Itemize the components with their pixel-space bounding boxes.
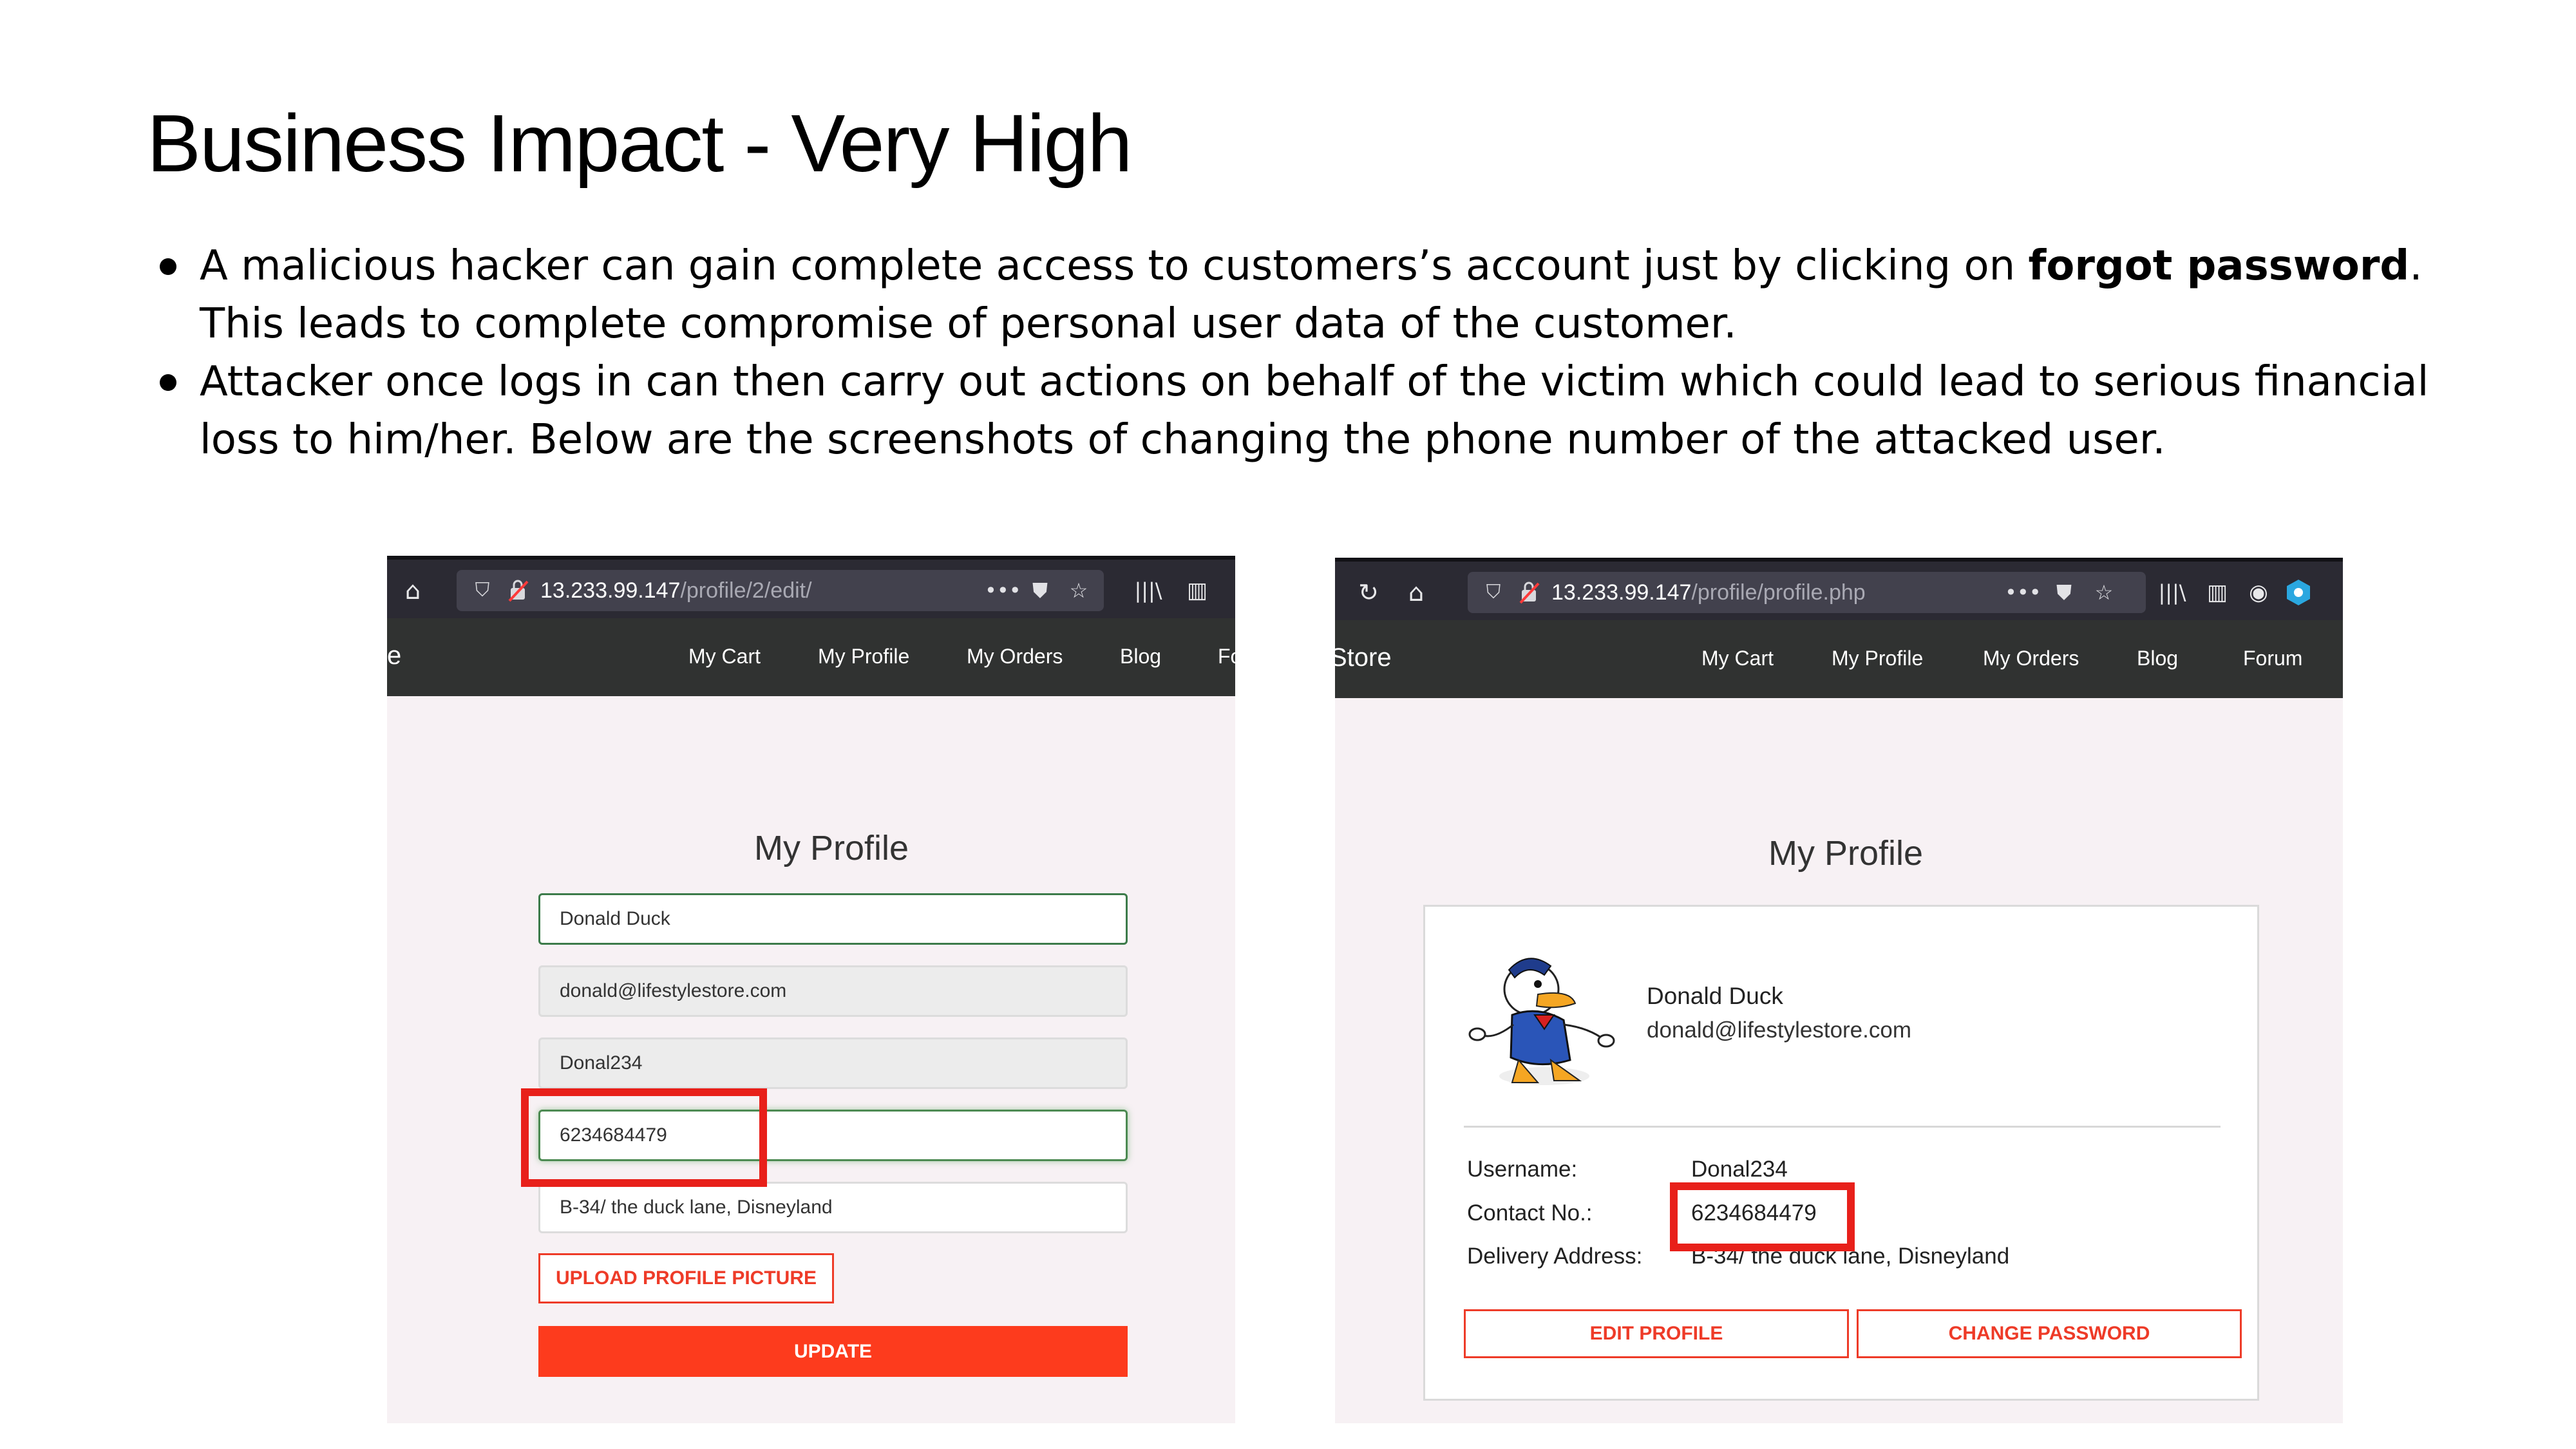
sidebar-icon[interactable]: ▥ xyxy=(2203,578,2231,607)
home-icon[interactable]: ⌂ xyxy=(1402,578,1430,607)
nav-my-profile[interactable]: My Profile xyxy=(1832,647,1923,670)
username-value: Donal234 xyxy=(1691,1157,1788,1182)
edit-profile-screenshot: ⌂ ⛉ 13.233.99.147/profile/2/edit/ ••• ⛊ … xyxy=(387,556,1235,1423)
url-path: /profile/profile.php xyxy=(1691,580,1866,605)
more-icon[interactable]: ••• xyxy=(985,578,1021,603)
upload-profile-picture-button[interactable]: UPLOAD PROFILE PICTURE xyxy=(538,1253,834,1303)
url-bar[interactable]: ⛉ 13.233.99.147/profile/2/edit/ ••• ⛊ ☆ xyxy=(457,570,1104,611)
more-icon[interactable]: ••• xyxy=(2005,580,2041,605)
address-label: Delivery Address: xyxy=(1467,1244,1643,1269)
library-icon[interactable]: |||\ xyxy=(1134,576,1162,605)
edit-profile-button[interactable]: EDIT PROFILE xyxy=(1464,1309,1849,1358)
bullet-item: Attacker once logs in can then carry out… xyxy=(155,353,2434,469)
nav-blog[interactable]: Blog xyxy=(1120,645,1161,668)
highlight-box xyxy=(1670,1182,1855,1251)
profile-email: donald@lifestylestore.com xyxy=(1647,1018,1911,1043)
address-input[interactable]: B-34/ the duck lane, Disneyland xyxy=(538,1182,1128,1233)
url-host: 13.233.99.147 xyxy=(1551,580,1692,605)
star-icon[interactable]: ☆ xyxy=(2090,580,2118,605)
change-password-button[interactable]: CHANGE PASSWORD xyxy=(1857,1309,2242,1358)
brand-name[interactable]: e xyxy=(387,641,401,670)
sidebar-icon[interactable]: ▥ xyxy=(1183,576,1211,605)
library-icon[interactable]: |||\ xyxy=(2158,578,2186,607)
nav-forum[interactable]: Forum xyxy=(2243,647,2302,670)
profile-heading: My Profile xyxy=(1768,834,1924,873)
account-icon[interactable]: ◉ xyxy=(2244,578,2273,607)
lock-warning-icon xyxy=(508,580,529,602)
divider xyxy=(1464,1126,2221,1128)
lock-warning-icon xyxy=(1519,582,1540,604)
url-text: 13.233.99.147/profile/profile.php xyxy=(1551,581,1866,604)
pocket-icon[interactable]: ⛊ xyxy=(2050,580,2078,605)
home-icon[interactable]: ⌂ xyxy=(399,576,427,605)
nav-my-profile[interactable]: My Profile xyxy=(818,645,909,668)
nav-my-cart[interactable]: My Cart xyxy=(688,645,761,668)
url-text: 13.233.99.147/profile/2/edit/ xyxy=(540,579,812,602)
name-input[interactable]: Donald Duck xyxy=(538,893,1128,945)
browser-toolbar: ↻ ⌂ ⛉ 13.233.99.147/profile/profile.php … xyxy=(1335,558,2343,620)
star-icon[interactable]: ☆ xyxy=(1065,578,1093,603)
brand-name[interactable]: Store xyxy=(1335,643,1392,672)
nav-forum[interactable]: Fo xyxy=(1218,645,1235,668)
site-navbar: e My Cart My Profile My Orders Blog Fo xyxy=(387,618,1235,696)
email-input[interactable]: donald@lifestylestore.com xyxy=(538,965,1128,1017)
nav-my-cart[interactable]: My Cart xyxy=(1701,647,1774,670)
profile-card: Donald Duck donald@lifestylestore.com Us… xyxy=(1423,905,2259,1401)
bullet-text: A malicious hacker can gain complete acc… xyxy=(200,242,2029,290)
browser-toolbar: ⌂ ⛉ 13.233.99.147/profile/2/edit/ ••• ⛊ … xyxy=(387,556,1235,618)
extension-icon[interactable] xyxy=(2284,578,2313,607)
profile-view-screenshot: ↻ ⌂ ⛉ 13.233.99.147/profile/profile.php … xyxy=(1335,558,2343,1423)
bullet-item: A malicious hacker can gain complete acc… xyxy=(155,237,2434,353)
profile-name: Donald Duck xyxy=(1647,983,1783,1009)
bullet-bold-text: forgot password xyxy=(2028,242,2410,290)
contact-label: Contact No.: xyxy=(1467,1200,1593,1226)
site-navbar: Store My Cart My Profile My Orders Blog … xyxy=(1335,620,2343,698)
pocket-icon[interactable]: ⛊ xyxy=(1026,578,1054,603)
profile-heading: My Profile xyxy=(754,829,909,867)
bullet-text: Attacker once logs in can then carry out… xyxy=(200,358,2429,464)
avatar xyxy=(1468,958,1615,1085)
shield-icon: ⛉ xyxy=(475,579,490,601)
username-label: Username: xyxy=(1467,1157,1578,1182)
update-button[interactable]: UPDATE xyxy=(538,1326,1128,1377)
username-input[interactable]: Donal234 xyxy=(538,1037,1128,1089)
url-path: /profile/2/edit/ xyxy=(680,578,812,603)
nav-my-orders[interactable]: My Orders xyxy=(1983,647,2079,670)
reload-icon[interactable]: ↻ xyxy=(1354,578,1383,607)
nav-blog[interactable]: Blog xyxy=(2137,647,2178,670)
nav-my-orders[interactable]: My Orders xyxy=(967,645,1063,668)
bullet-list: A malicious hacker can gain complete acc… xyxy=(155,237,2434,469)
slide-title: Business Impact - Very High xyxy=(147,98,1133,189)
shield-icon: ⛉ xyxy=(1486,581,1501,603)
url-bar[interactable]: ⛉ 13.233.99.147/profile/profile.php ••• … xyxy=(1468,572,2146,613)
highlight-box xyxy=(521,1088,767,1187)
url-host: 13.233.99.147 xyxy=(540,578,681,603)
